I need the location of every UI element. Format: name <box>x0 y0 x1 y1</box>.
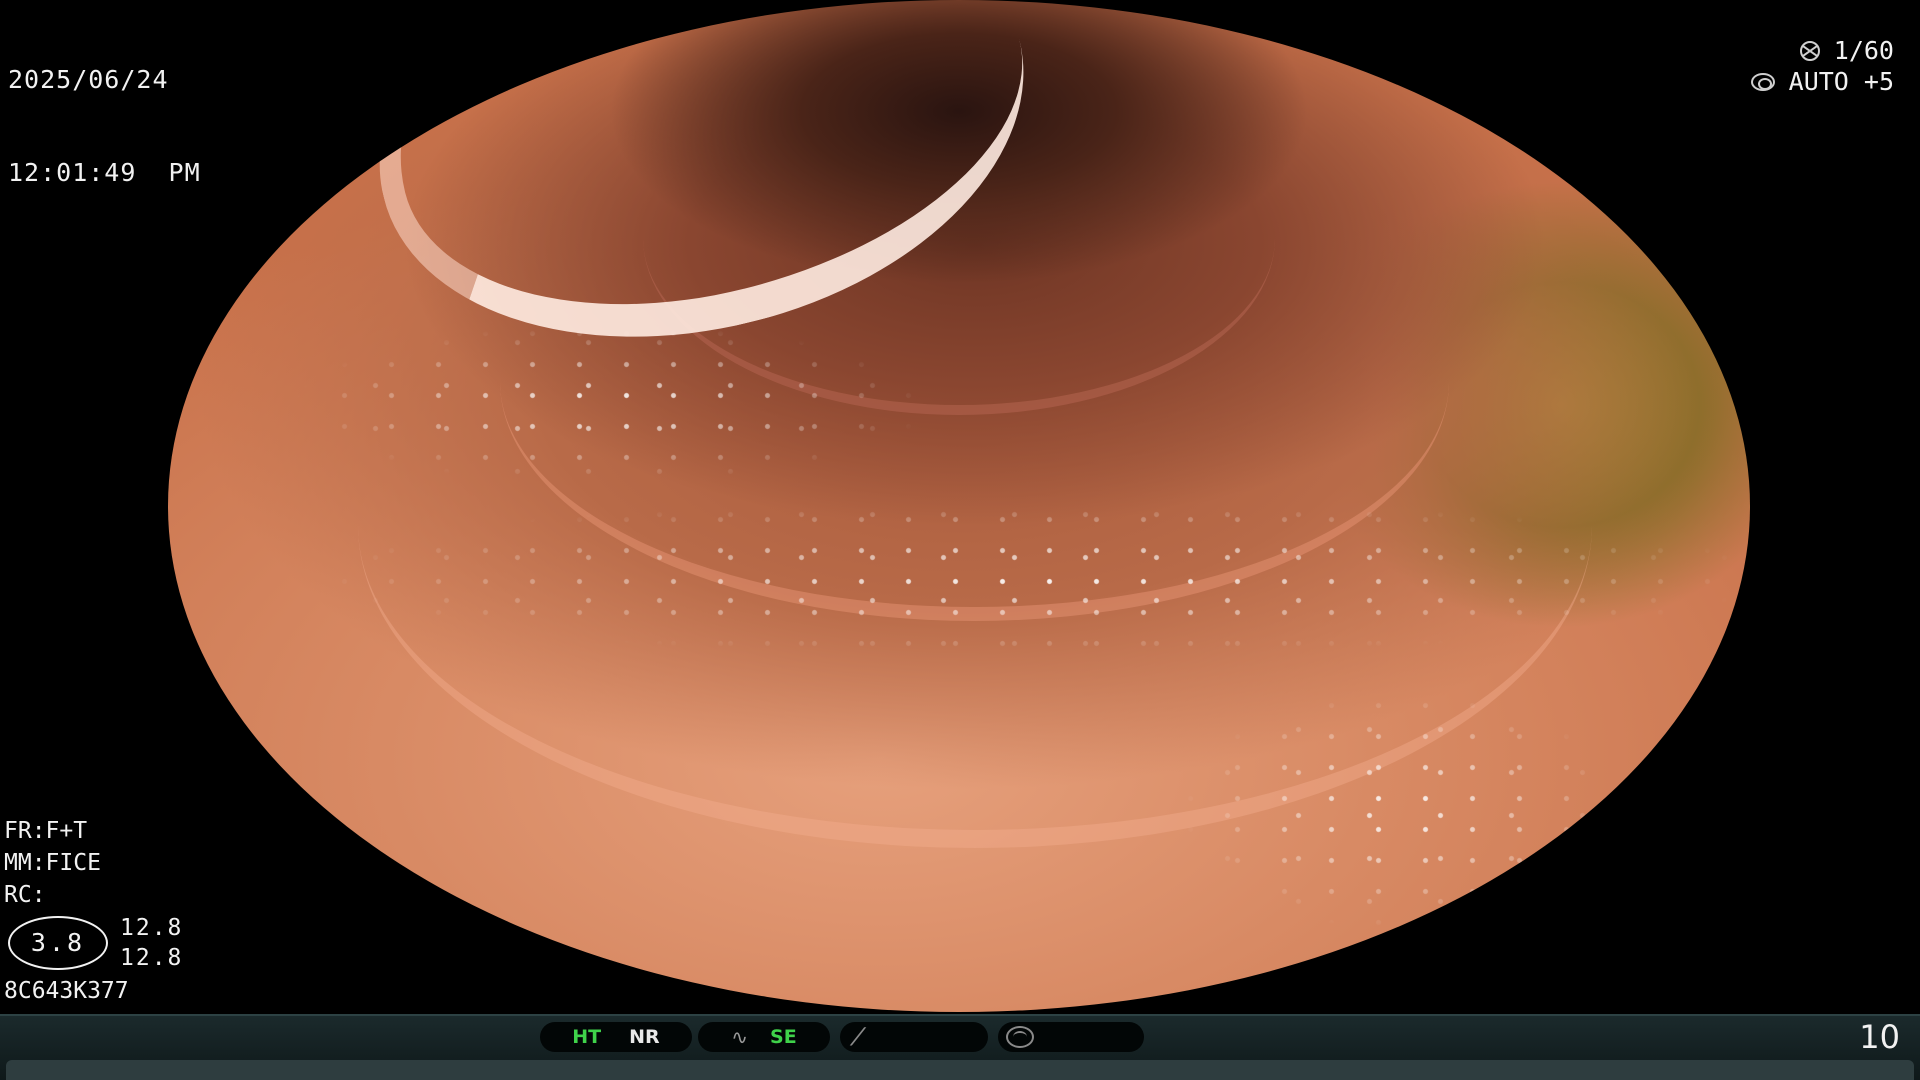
ht-indicator: HT <box>572 1026 602 1048</box>
date-time: 2025/06/24 12:01:49 PM <box>8 2 201 219</box>
serial-number: 8C643K377 <box>4 978 129 1004</box>
shutter-icon <box>1799 40 1820 61</box>
shutter-row: 1/60 <box>1751 35 1894 66</box>
fr-setting: FR:F+T <box>4 818 88 844</box>
settings-panel: FR:F+T MM:FICE RC: 3.8 12.8 12.8 8C643K3… <box>4 815 183 1007</box>
rc-setting: RC: <box>4 882 46 908</box>
zoom-block: 3.8 12.8 12.8 <box>4 911 183 975</box>
time-label: 12:01:49 PM <box>8 158 201 187</box>
frame-number: 10 <box>1859 1018 1900 1056</box>
status-pill-se: ∿ SE <box>698 1022 830 1052</box>
mm-setting: MM:FICE <box>4 850 101 876</box>
slash-icon: ⁄ <box>856 1023 861 1051</box>
iris-icon <box>1750 72 1775 91</box>
iris-value: AUTO +5 <box>1788 67 1894 96</box>
zoom-badge: 3.8 <box>8 916 108 970</box>
date-label: 2025/06/24 <box>8 65 169 94</box>
shutter-value: 1/60 <box>1833 36 1894 65</box>
status-track <box>6 1060 1914 1080</box>
value-a: 12.8 <box>120 915 184 941</box>
status-bar: HT NR ∿ SE ⁄ 10 <box>0 1014 1920 1080</box>
iris-row: AUTO +5 <box>1750 66 1894 97</box>
wave-icon: ∿ <box>731 1025 749 1049</box>
status-pill-gauge <box>998 1022 1144 1052</box>
status-pill-slash: ⁄ <box>840 1022 988 1052</box>
value-b: 12.8 <box>120 945 184 971</box>
status-pill-ht-nr: HT NR <box>540 1022 692 1052</box>
zoom-values: 12.8 12.8 <box>120 913 183 973</box>
endoscopic-view <box>168 0 1750 1012</box>
nr-indicator: NR <box>629 1026 660 1048</box>
se-indicator: SE <box>770 1026 797 1048</box>
gauge-icon <box>1006 1026 1034 1048</box>
exposure-info: 1/60 AUTO +5 <box>1750 35 1894 97</box>
